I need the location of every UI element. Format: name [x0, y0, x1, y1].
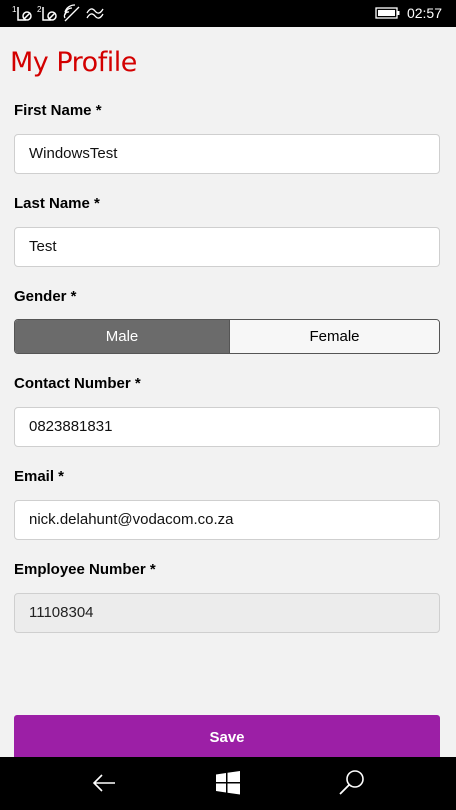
- contact-number-label: Contact Number *: [14, 375, 141, 392]
- contact-number-input[interactable]: 0823881831: [14, 407, 440, 447]
- battery-icon: [375, 7, 400, 19]
- windows-start-icon[interactable]: [213, 768, 243, 798]
- search-icon[interactable]: [337, 768, 367, 798]
- last-name-input[interactable]: Test: [14, 227, 440, 267]
- sim1-signal-icon: 1: [12, 5, 32, 21]
- vibrate-icon: [86, 8, 104, 19]
- last-name-label: Last Name *: [14, 195, 100, 212]
- first-name-label: First Name *: [14, 102, 102, 119]
- svg-text:1: 1: [12, 5, 17, 14]
- wifi-icon: [63, 4, 80, 22]
- gender-toggle: Male Female: [14, 319, 440, 354]
- gender-option-male[interactable]: Male: [15, 320, 229, 353]
- status-bar: 1 2 02:57: [0, 0, 456, 27]
- clock: 02:57: [406, 5, 442, 21]
- employee-number-field: 11108304: [14, 593, 440, 633]
- email-label: Email *: [14, 468, 65, 485]
- page-title: My Profile: [10, 47, 137, 78]
- gender-option-female[interactable]: Female: [229, 320, 439, 353]
- save-button[interactable]: Save: [14, 715, 440, 761]
- email-input[interactable]: nick.delahunt@vodacom.co.za: [14, 500, 440, 540]
- system-nav-bar: [0, 757, 456, 810]
- back-arrow-icon[interactable]: [89, 768, 119, 798]
- employee-number-label: Employee Number *: [14, 561, 156, 578]
- first-name-input[interactable]: WindowsTest: [14, 134, 440, 174]
- gender-label: Gender *: [14, 288, 77, 305]
- svg-text:2: 2: [37, 5, 42, 14]
- sim2-signal-icon: 2: [37, 5, 57, 21]
